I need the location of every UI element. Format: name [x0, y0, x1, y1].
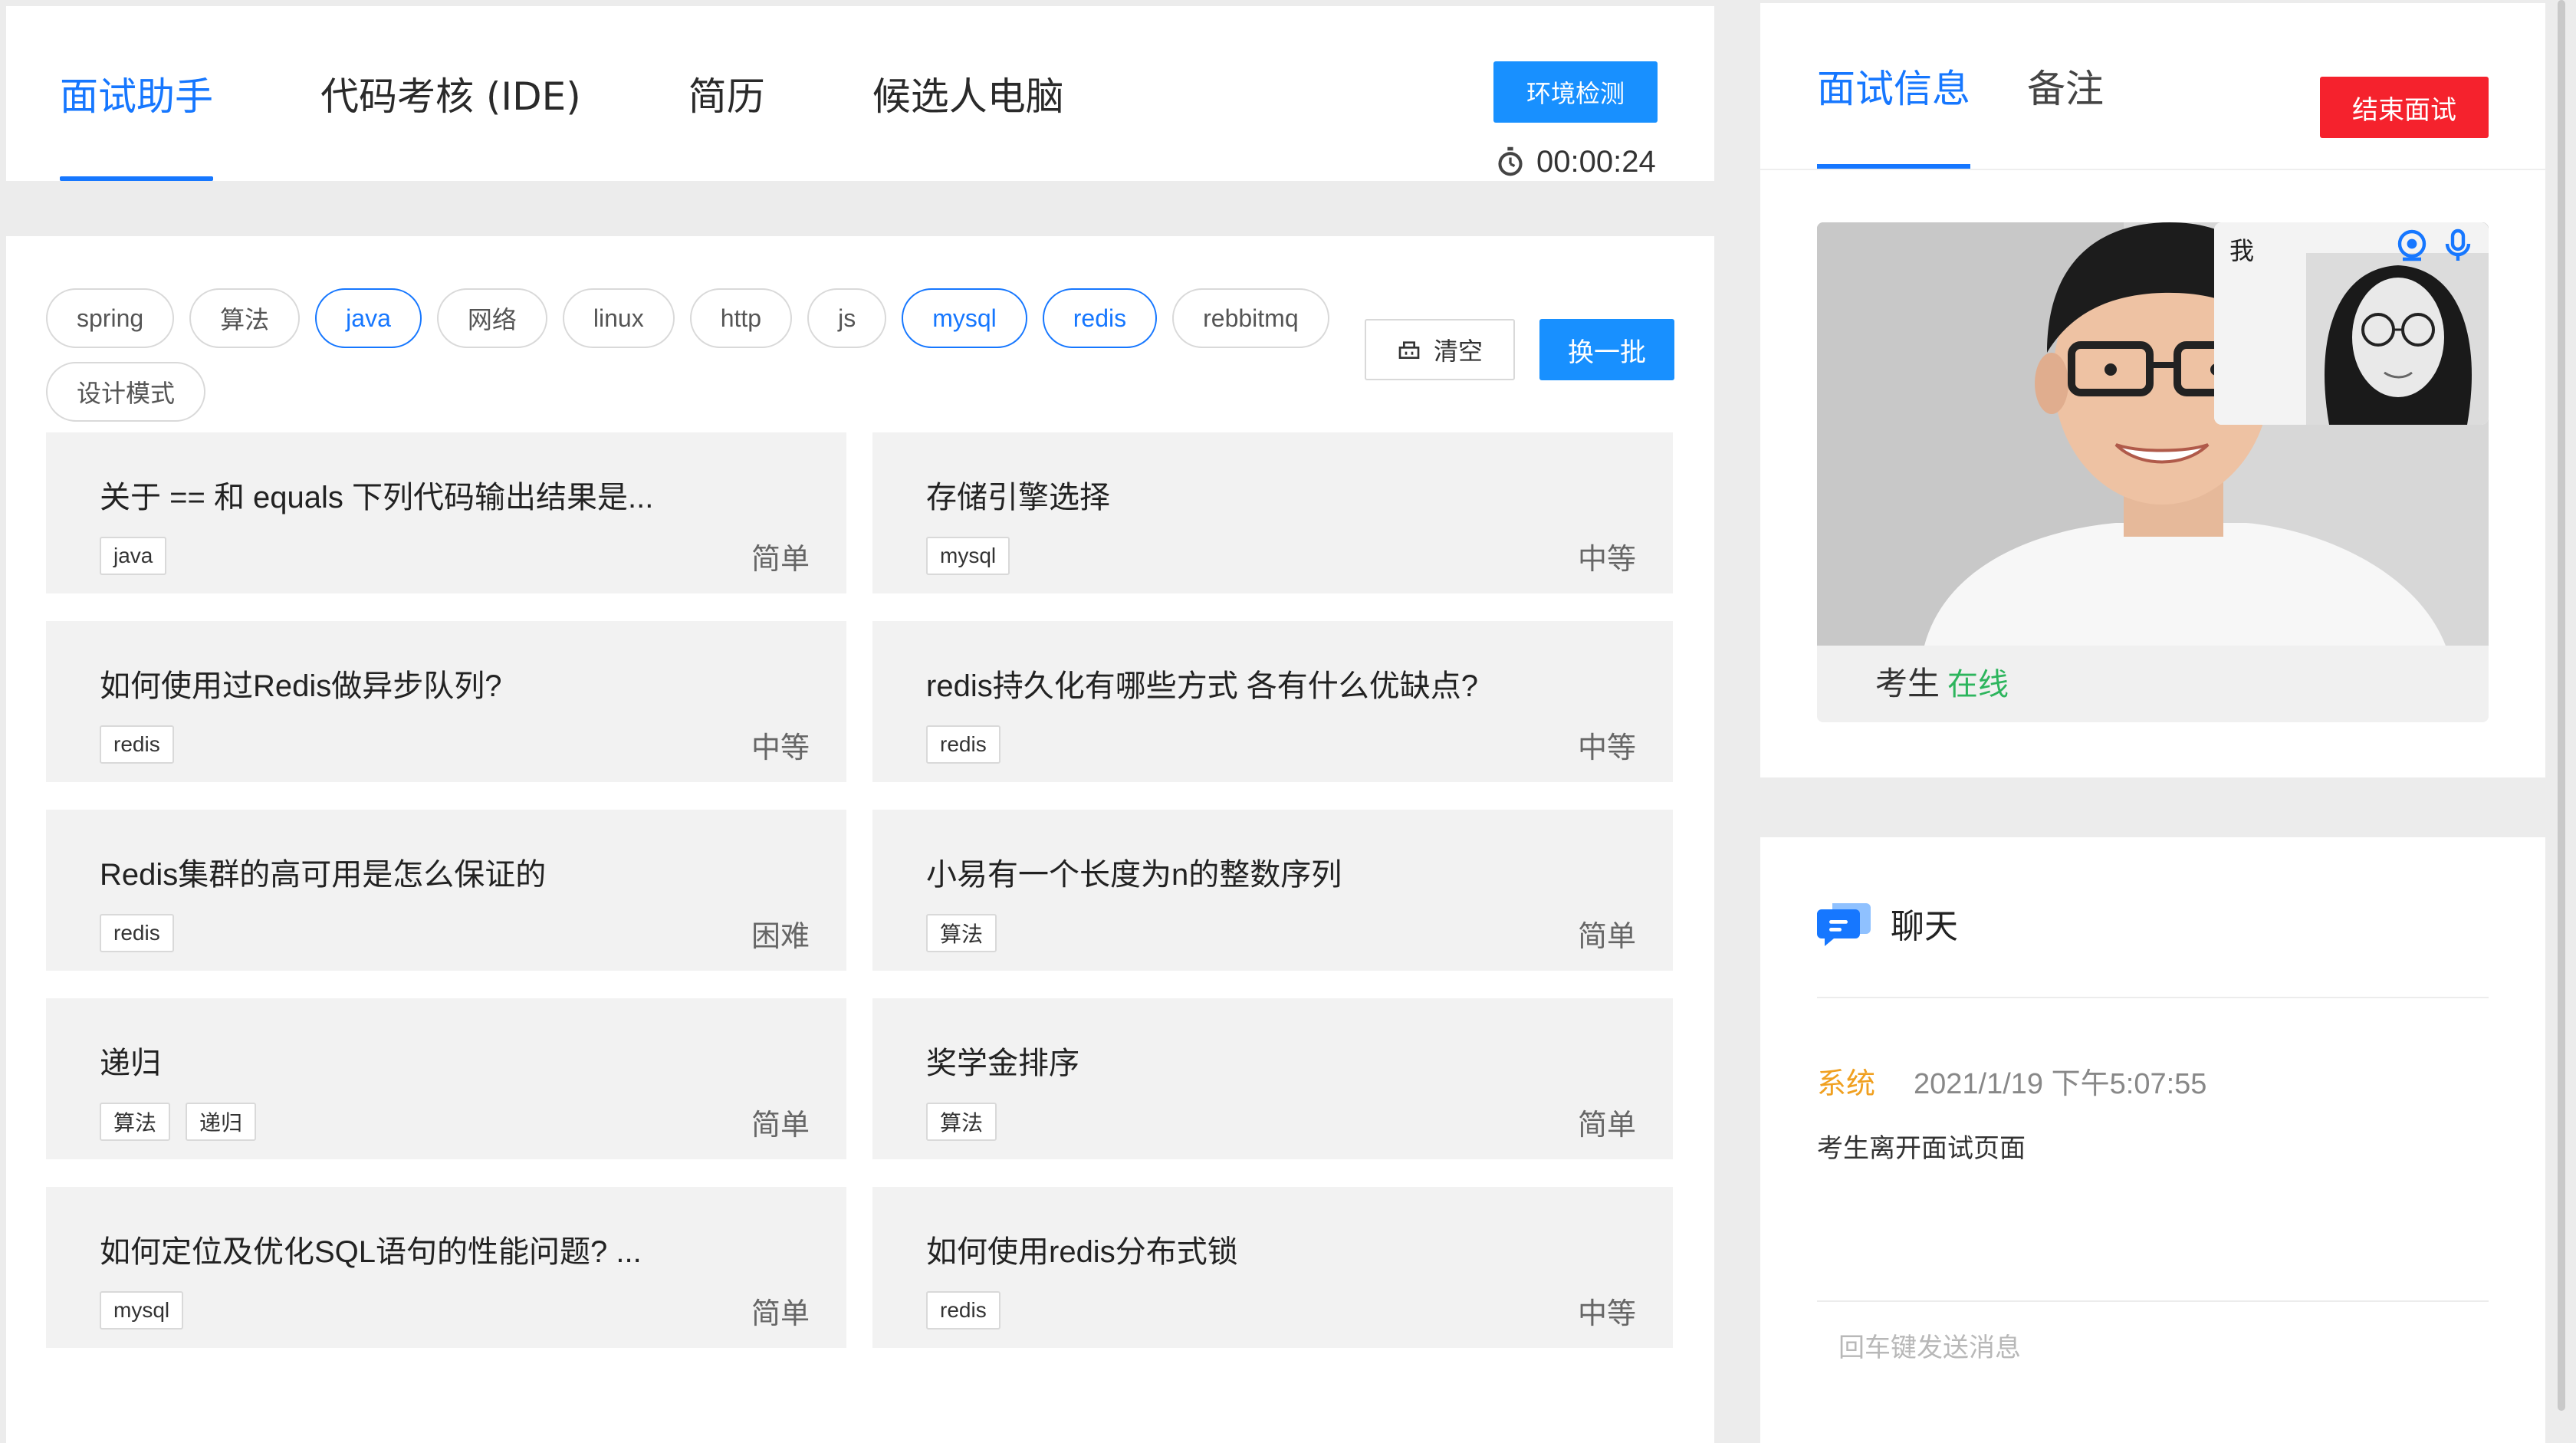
- chat-title: 聊天: [1891, 907, 1958, 946]
- tag-algorithm[interactable]: 算法: [189, 288, 301, 348]
- tab-interview-assistant[interactable]: 面试助手: [60, 6, 213, 181]
- scrollbar-thumb[interactable]: [2558, 0, 2565, 1411]
- main-tab-bar: 面试助手 代码考核 (IDE) 简历 候选人电脑 环境检测 00:00:24: [6, 6, 1714, 181]
- stopwatch-icon: [1498, 146, 1523, 176]
- message-text: 考生离开面试页面: [1817, 1133, 2026, 1164]
- tag-mysql[interactable]: mysql: [902, 288, 1027, 348]
- chat-input-divider: [1817, 1300, 2489, 1302]
- env-check-button[interactable]: 环境检测: [1493, 61, 1658, 123]
- question-difficulty: 中等: [751, 731, 810, 764]
- tab-notes[interactable]: 备注: [2027, 3, 2104, 169]
- question-tag: java: [100, 537, 167, 575]
- timer-value: 00:00:24: [1536, 144, 1656, 179]
- question-tag: 递归: [186, 1103, 257, 1141]
- candidate-label: 考生: [1875, 665, 1940, 702]
- chat-header: 聊天: [1817, 897, 1958, 949]
- question-tag: 算法: [100, 1103, 171, 1141]
- question-difficulty: 中等: [1577, 542, 1636, 576]
- microphone-icon[interactable]: [2440, 227, 2476, 264]
- tab-interview-info[interactable]: 面试信息: [1817, 3, 1970, 169]
- tag-network[interactable]: 网络: [436, 288, 547, 348]
- next-batch-button[interactable]: 换一批: [1539, 319, 1674, 380]
- question-difficulty: 简单: [751, 1297, 810, 1330]
- tag-http[interactable]: http: [689, 288, 793, 348]
- message-time: 2021/1/19 下午5:07:55: [1914, 1068, 2207, 1100]
- question-card[interactable]: 递归 算法 递归 简单: [46, 998, 846, 1159]
- question-difficulty: 困难: [751, 919, 810, 953]
- question-title: redis持久化有哪些方式 各有什么优缺点?: [926, 669, 1479, 703]
- tag-js[interactable]: js: [807, 288, 887, 348]
- page-scrollbar[interactable]: [2555, 0, 2570, 1443]
- self-video-pip[interactable]: 我: [2214, 222, 2489, 425]
- question-tag: mysql: [100, 1291, 184, 1330]
- question-card[interactable]: 如何使用过Redis做异步队列? redis 中等: [46, 621, 846, 782]
- chat-input[interactable]: [1817, 1317, 2489, 1379]
- chat-bubble-icon: [1817, 903, 1871, 946]
- tag-redis[interactable]: redis: [1042, 288, 1158, 348]
- clear-label: 清空: [1433, 337, 1483, 365]
- interview-timer: 00:00:24: [1493, 135, 1656, 189]
- question-card[interactable]: Redis集群的高可用是怎么保证的 redis 困难: [46, 810, 846, 971]
- end-interview-button[interactable]: 结束面试: [2320, 77, 2489, 138]
- self-label: 我: [2229, 236, 2255, 265]
- question-tag: redis: [100, 725, 174, 764]
- main-tabs: 面试助手 代码考核 (IDE) 简历 候选人电脑: [60, 6, 1171, 181]
- question-card[interactable]: 关于 == 和 equals 下列代码输出结果是... java 简单: [46, 432, 846, 593]
- question-difficulty: 中等: [1577, 1297, 1636, 1330]
- question-difficulty: 简单: [751, 542, 810, 576]
- chat-divider: [1817, 997, 2489, 998]
- question-title: 递归: [100, 1047, 161, 1080]
- question-title: 如何定位及优化SQL语句的性能问题? ...: [100, 1235, 642, 1269]
- question-tag: redis: [926, 725, 1001, 764]
- question-card[interactable]: redis持久化有哪些方式 各有什么优缺点? redis 中等: [872, 621, 1673, 782]
- question-tag: mysql: [926, 537, 1010, 575]
- chat-message-meta: 系统 2021/1/19 下午5:07:55: [1817, 1060, 2206, 1102]
- message-sender: 系统: [1817, 1067, 1876, 1100]
- question-title: 存储引擎选择: [926, 481, 1110, 514]
- question-difficulty: 简单: [1577, 919, 1636, 953]
- question-difficulty: 简单: [751, 1108, 810, 1142]
- tag-rebbitmq[interactable]: rebbitmq: [1172, 288, 1329, 348]
- question-card[interactable]: 小易有一个长度为n的整数序列 算法 简单: [872, 810, 1673, 971]
- question-title: Redis集群的高可用是怎么保证的: [100, 858, 547, 892]
- question-title: 小易有一个长度为n的整数序列: [926, 858, 1342, 892]
- interview-info-panel: 面试信息 备注 结束面试 我 考生 在线: [1760, 3, 2545, 777]
- tag-linux[interactable]: linux: [562, 288, 675, 348]
- question-card[interactable]: 如何使用redis分布式锁 redis 中等: [872, 1187, 1673, 1348]
- clear-button[interactable]: 清空: [1365, 319, 1515, 380]
- video-card: 我 考生 在线: [1817, 222, 2489, 722]
- online-status: 在线: [1947, 667, 2009, 702]
- question-tag: redis: [926, 1291, 1001, 1330]
- tag-java[interactable]: java: [315, 288, 422, 348]
- candidate-status: 考生 在线: [1875, 658, 2009, 705]
- info-tabs: 面试信息 备注: [1817, 3, 2160, 169]
- tab-code-ide[interactable]: 代码考核 (IDE): [320, 6, 581, 181]
- question-tag: 算法: [926, 914, 997, 952]
- question-card[interactable]: 存储引擎选择 mysql 中等: [872, 432, 1673, 593]
- tag-spring[interactable]: spring: [46, 288, 175, 348]
- question-panel: spring 算法 java 网络 linux http js mysql re…: [6, 236, 1714, 1443]
- tab-candidate-computer[interactable]: 候选人电脑: [872, 6, 1064, 181]
- question-card[interactable]: 如何定位及优化SQL语句的性能问题? ... mysql 简单: [46, 1187, 846, 1348]
- question-title: 奖学金排序: [926, 1047, 1079, 1080]
- tag-design-patterns[interactable]: 设计模式: [46, 362, 206, 422]
- info-tabs-divider: [1760, 169, 2545, 170]
- chat-panel: 聊天 系统 2021/1/19 下午5:07:55 考生离开面试页面: [1760, 837, 2545, 1443]
- pip-controls: [2394, 227, 2476, 264]
- question-tag: redis: [100, 914, 174, 952]
- eraser-icon: [1398, 341, 1420, 359]
- question-card[interactable]: 奖学金排序 算法 简单: [872, 998, 1673, 1159]
- tab-resume[interactable]: 简历: [688, 6, 765, 181]
- question-difficulty: 中等: [1577, 731, 1636, 764]
- question-title: 如何使用redis分布式锁: [926, 1235, 1238, 1269]
- question-title: 关于 == 和 equals 下列代码输出结果是...: [100, 481, 654, 514]
- question-difficulty: 简单: [1577, 1108, 1636, 1142]
- question-title: 如何使用过Redis做异步队列?: [100, 669, 502, 703]
- question-tag: 算法: [926, 1103, 997, 1141]
- topic-filter-tags: spring 算法 java 网络 linux http js mysql re…: [46, 288, 1349, 422]
- camera-icon[interactable]: [2394, 227, 2430, 264]
